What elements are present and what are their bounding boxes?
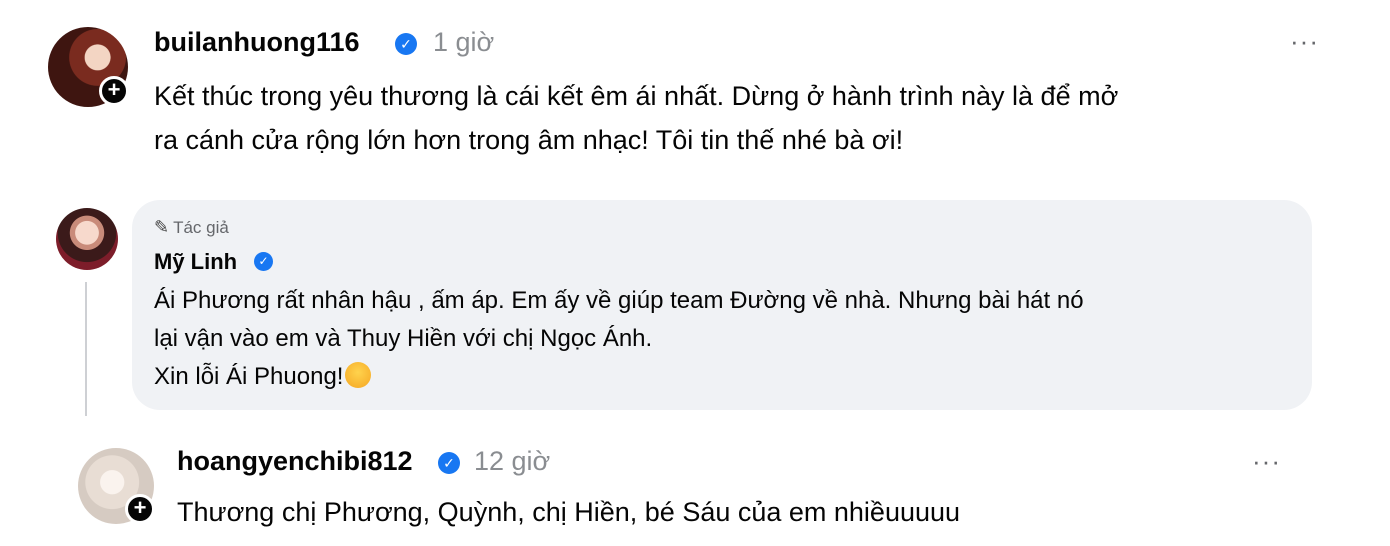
timestamp[interactable]: 12 giờ [474,446,550,477]
sad-crying-emoji-icon [345,362,372,388]
follow-plus-icon[interactable]: + [99,76,129,106]
verified-badge-icon: ✓ [438,452,460,474]
username[interactable]: hoangyenchibi812 [177,446,413,477]
comment-text-line: Xin lỗi Ái Phuong! [154,358,1084,396]
more-options-icon[interactable]: ··· [1290,26,1319,57]
thread-line [85,282,87,416]
post-text-line: ra cánh cửa rộng lớn hơn trong âm nhạc! … [154,125,904,155]
follow-plus-icon[interactable]: + [125,494,155,524]
comment-text-fragment: Xin lỗi Ái Phuong! [154,363,344,390]
verified-badge-icon: ✓ [395,33,417,55]
more-options-icon[interactable]: ··· [1252,446,1281,477]
avatar[interactable] [56,208,118,270]
comment-author-name[interactable]: Mỹ Linh [154,249,237,275]
post-text-line: Kết thúc trong yêu thương là cái kết êm … [154,81,1119,111]
comment-text-line: Ái Phương rất nhân hậu , ấm áp. Em ấy về… [154,287,1084,314]
post-text: Kết thúc trong yêu thương là cái kết êm … [154,74,1118,162]
comment-text: Ái Phương rất nhân hậu , ấm áp. Em ấy về… [154,282,1084,396]
author-tag: ✎ Tác giả [154,217,229,238]
post-text: Thương chị Phương, Quỳnh, chị Hiền, bé S… [177,497,961,527]
username[interactable]: builanhuong116 [154,27,360,58]
verified-badge-icon: ✓ [254,252,273,271]
pen-icon: ✎ [154,217,170,237]
timestamp[interactable]: 1 giờ [433,27,494,58]
author-tag-label: Tác giả [173,218,229,237]
comment-text-line: lại vận vào em và Thuy Hiền với chị Ngọc… [154,325,653,352]
